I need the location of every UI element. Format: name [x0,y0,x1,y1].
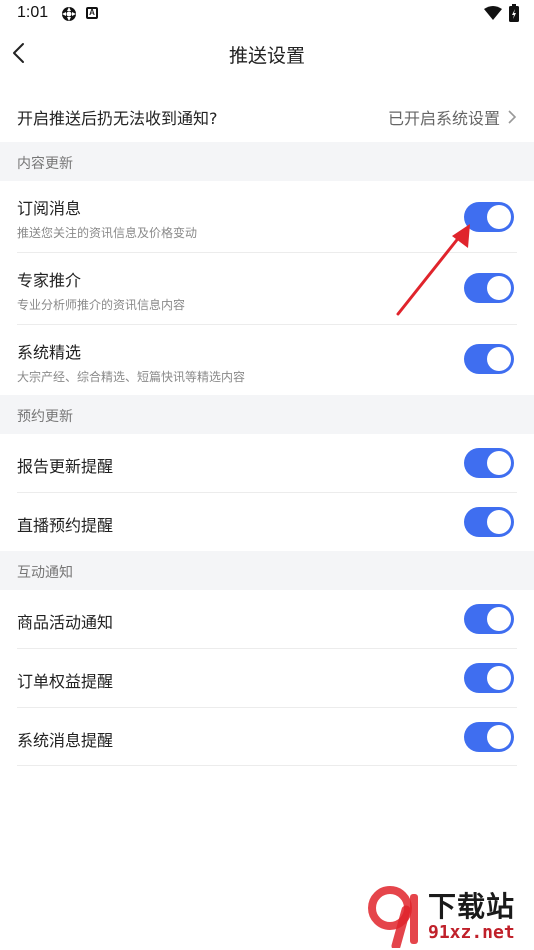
wifi-icon [484,6,502,20]
toggle-live-reminder[interactable] [464,507,514,537]
toggle-system-message[interactable] [464,722,514,752]
setting-label: 直播预约提醒 [17,516,114,535]
system-settings-link[interactable]: 已开启系统设置 [388,105,500,129]
system-settings-row[interactable]: 开启推送后扔无法收到通知? 已开启系统设置 [0,93,534,139]
setting-row-system-message: 系统消息提醒 [17,708,517,766]
status-bar: 1:01 A [0,0,534,30]
toggle-knob [487,276,511,300]
setting-row-report-update: 报告更新提醒 [17,434,517,493]
settings-gear-icon [62,7,76,21]
toggle-knob [487,666,511,690]
notification-app-icon: A [86,7,98,19]
toggle-knob [487,725,511,749]
toggle-knob [487,205,511,229]
setting-description: 推送您关注的资讯信息及价格变动 [17,226,198,240]
watermark-brand: 下载站 [428,890,516,923]
annotation-arrow-icon [396,224,470,316]
toggle-order-benefit[interactable] [464,663,514,693]
toggle-featured[interactable] [464,344,514,374]
nav-bar: 推送设置 [0,30,534,76]
toggle-knob [487,347,511,371]
setting-row-order-benefit: 订单权益提醒 [17,649,517,708]
setting-row-featured: 系统精选 大宗产经、综合精选、短篇快讯等精选内容 [17,325,517,395]
setting-label: 订阅消息 [17,199,82,218]
watermark-logo-icon [368,886,418,948]
setting-label: 系统消息提醒 [17,731,114,750]
setting-label: 专家推介 [17,271,82,290]
section-title: 内容更新 [17,156,73,172]
setting-row-promotion: 商品活动通知 [17,590,517,649]
toggle-knob [487,451,511,475]
status-time: 1:01 [17,4,49,21]
section-header-reservation-updates: 预约更新 [0,395,534,434]
toggle-promotion[interactable] [464,604,514,634]
setting-description: 专业分析师推介的资讯信息内容 [17,298,186,312]
toggle-knob [487,510,511,534]
section-header-content-updates: 内容更新 [0,142,534,181]
watermark: 下载站 91xz.net [360,880,534,950]
setting-label: 订单权益提醒 [17,672,114,691]
setting-description: 大宗产经、综合精选、短篇快讯等精选内容 [17,370,246,384]
notice-question: 开启推送后扔无法收到通知? [17,109,218,128]
watermark-url: 91xz.net [428,922,515,943]
setting-label: 系统精选 [17,343,82,362]
setting-row-live-reminder: 直播预约提醒 [17,493,517,551]
section-title: 互动通知 [17,565,73,581]
toggle-knob [487,607,511,631]
page-title: 推送设置 [228,45,305,67]
battery-icon [509,4,519,22]
section-header-interaction-notices: 互动通知 [0,551,534,590]
chevron-right-icon [508,110,517,124]
section-title: 预约更新 [17,409,73,425]
setting-label: 报告更新提醒 [17,457,114,476]
setting-label: 商品活动通知 [17,613,114,632]
toggle-report-update[interactable] [464,448,514,478]
